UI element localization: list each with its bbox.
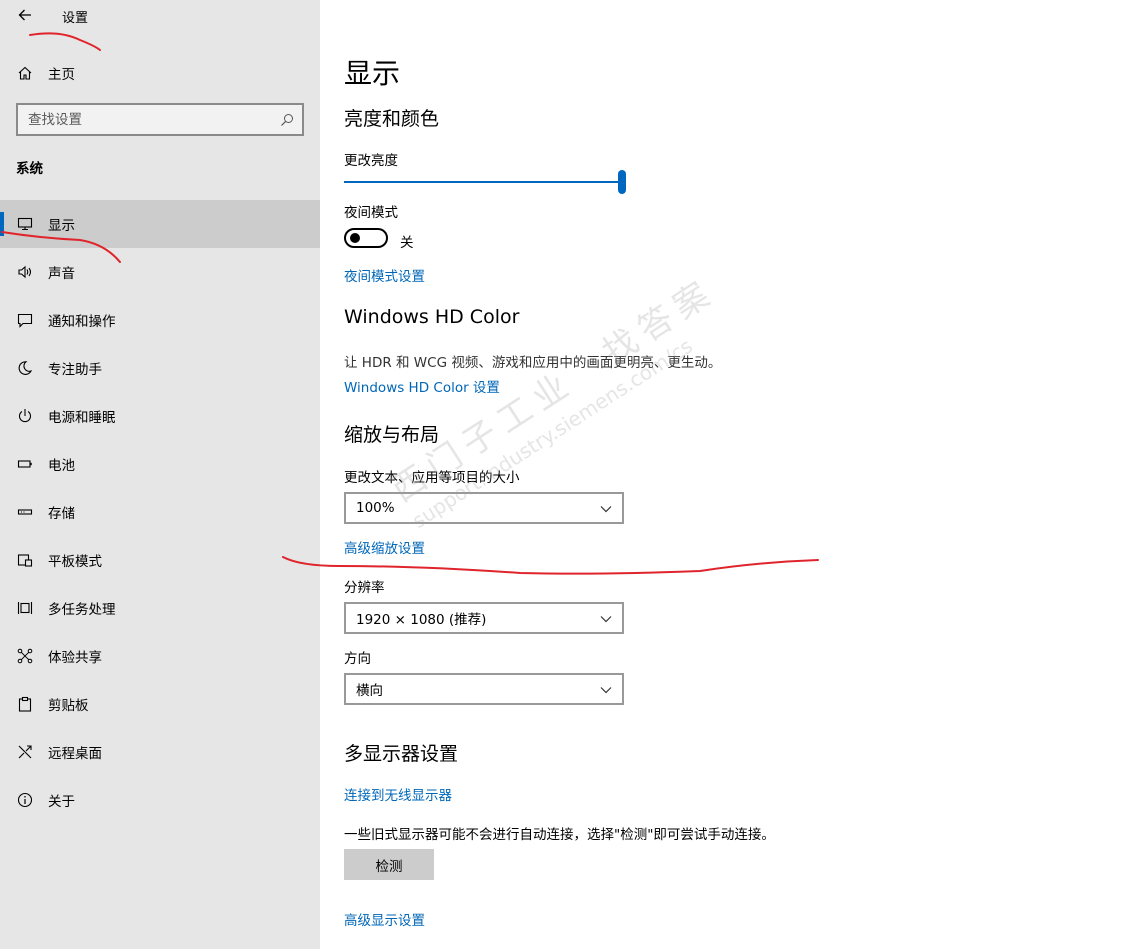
sidebar-item-label: 显示 [48,218,75,234]
scale-size-label: 更改文本、应用等项目的大小 [344,470,520,486]
storage-icon [16,503,34,521]
sidebar-item-display[interactable]: 显示 [0,200,320,248]
sidebar-item-label: 声音 [48,266,75,282]
battery-icon [16,455,34,473]
sidebar-item-about[interactable]: 关于 [0,776,320,824]
orientation-dropdown-value: 横向 [356,683,383,699]
section-header: 系统 [16,161,43,177]
sidebar-item-label: 多任务处理 [48,602,116,618]
advanced-scaling-link[interactable]: 高级缩放设置 [344,537,425,557]
sidebar-item-label: 专注助手 [48,362,102,378]
sidebar-item-label: 存储 [48,506,75,522]
home-icon [16,64,34,82]
chevron-down-icon [600,506,612,513]
scale-dropdown[interactable]: 100% [344,492,624,524]
multi-display-description: 一些旧式显示器可能不会进行自动连接，选择"检测"即可尝试手动连接。 [344,827,775,843]
orientation-dropdown[interactable]: 横向 [344,673,624,705]
multitask-icon [16,599,34,617]
sidebar-item-label: 电源和睡眠 [48,410,116,426]
info-icon [16,791,34,809]
chevron-down-icon [600,616,612,623]
wireless-display-link[interactable]: 连接到无线显示器 [344,784,452,804]
remote-desktop-icon [16,743,34,761]
night-mode-toggle[interactable] [344,228,388,248]
sidebar-nav: 显示 声音 通知和操作 专注助手 电源和睡眠 电池 存储 平板模式 多任务处理 … [0,200,320,824]
notification-icon [16,311,34,329]
night-mode-label: 夜间模式 [344,205,398,221]
sidebar-item-power-sleep[interactable]: 电源和睡眠 [0,392,320,440]
app-title: 设置 [62,11,89,26]
brightness-label: 更改亮度 [344,153,398,169]
sidebar-item-tablet-mode[interactable]: 平板模式 [0,536,320,584]
sidebar-item-focus-assist[interactable]: 专注助手 [0,344,320,392]
sidebar-item-label: 电池 [48,458,75,474]
search-icon[interactable] [278,111,296,129]
speaker-icon [16,263,34,281]
sidebar-item-sound[interactable]: 声音 [0,248,320,296]
sidebar-item-label: 关于 [48,794,75,810]
sidebar-item-shared-experiences[interactable]: 体验共享 [0,632,320,680]
back-arrow-icon [18,9,31,21]
sidebar-item-label: 剪贴板 [48,698,89,714]
scale-heading: 缩放与布局 [344,424,440,446]
toggle-knob [350,233,360,243]
clipboard-icon [16,695,34,713]
power-icon [16,407,34,425]
resolution-label: 分辨率 [344,580,385,596]
sidebar-item-label: 平板模式 [48,554,102,570]
brightness-heading: 亮度和颜色 [344,108,440,130]
resolution-dropdown-value: 1920 × 1080 (推荐) [356,612,487,628]
sidebar-item-label: 远程桌面 [48,746,102,762]
sidebar-item-multitasking[interactable]: 多任务处理 [0,584,320,632]
page-title: 显示 [344,57,401,90]
brightness-slider-track [344,181,622,183]
sidebar-item-remote-desktop[interactable]: 远程桌面 [0,728,320,776]
brightness-slider-thumb[interactable] [618,170,626,194]
hdr-heading: Windows HD Color [344,306,520,328]
sidebar: 设置 主页 系统 显示 声音 [0,0,320,949]
night-mode-state: 关 [400,235,414,251]
night-mode-settings-link[interactable]: 夜间模式设置 [344,265,425,285]
multi-display-heading: 多显示器设置 [344,743,459,765]
advanced-display-link[interactable]: 高级显示设置 [344,909,425,929]
sidebar-item-storage[interactable]: 存储 [0,488,320,536]
sidebar-item-label: 体验共享 [48,650,102,666]
sidebar-item-battery[interactable]: 电池 [0,440,320,488]
moon-icon [16,359,34,377]
sidebar-item-label: 通知和操作 [48,314,116,330]
sidebar-item-notifications[interactable]: 通知和操作 [0,296,320,344]
brightness-slider[interactable] [344,170,626,194]
chevron-down-icon [600,687,612,694]
search-input[interactable] [18,110,268,129]
back-button[interactable] [14,4,36,26]
hdr-description: 让 HDR 和 WCG 视频、游戏和应用中的画面更明亮、更生动。 [344,355,722,371]
tablet-icon [16,551,34,569]
sidebar-item-label: 主页 [48,67,75,83]
monitor-icon [16,215,34,233]
share-icon [16,647,34,665]
sidebar-item-clipboard[interactable]: 剪贴板 [0,680,320,728]
sidebar-item-home[interactable]: 主页 [0,52,320,94]
orientation-label: 方向 [344,651,371,667]
main-content: 显示 亮度和颜色 更改亮度 夜间模式 关 夜间模式设置 Windows HD C… [320,0,1132,949]
scale-dropdown-value: 100% [356,500,395,516]
resolution-dropdown[interactable]: 1920 × 1080 (推荐) [344,602,624,634]
hdr-settings-link[interactable]: Windows HD Color 设置 [344,376,500,396]
detect-button[interactable]: 检测 [344,849,434,880]
search-box [16,103,304,136]
